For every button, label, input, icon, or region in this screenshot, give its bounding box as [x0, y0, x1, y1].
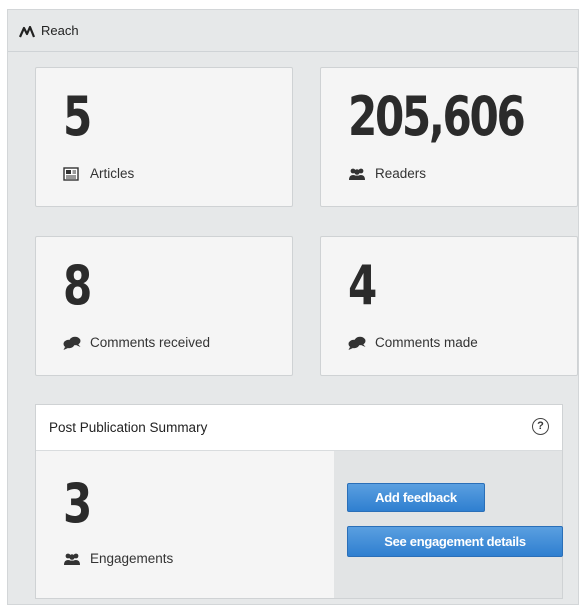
comments-made-card[interactable]: 4 Comments made [320, 236, 578, 376]
reach-chart-icon [18, 25, 36, 37]
engagements-count: 3 [63, 472, 92, 535]
comments-received-card[interactable]: 8 Comments received [35, 236, 293, 376]
people-icon [63, 552, 80, 566]
readers-card[interactable]: 205,606 Readers [320, 67, 578, 207]
pps-actions: Add feedback See engagement details [334, 451, 563, 598]
engagements-label-row: Engagements [63, 551, 173, 566]
comments-made-label-row: Comments made [348, 335, 478, 350]
readers-label-row: Readers [348, 166, 426, 181]
articles-card[interactable]: 5 Articles [35, 67, 293, 207]
reach-panel: Reach 5 Articles 205,606 Readers 8 Comme… [7, 9, 579, 605]
comments-icon [63, 336, 81, 350]
articles-label: Articles [90, 166, 135, 181]
engagements-label: Engagements [90, 551, 174, 566]
comments-made-label: Comments made [375, 335, 478, 350]
pps-header: Post Publication Summary ? [36, 405, 562, 451]
comments-received-label: Comments received [90, 335, 211, 350]
comments-icon [348, 336, 366, 350]
readers-count: 205,606 [348, 85, 526, 148]
post-publication-summary: Post Publication Summary ? 3 Engagements… [35, 404, 563, 599]
reach-header: Reach [8, 10, 578, 52]
articles-count: 5 [63, 85, 92, 148]
people-icon [348, 167, 365, 181]
comments-received-count: 8 [63, 254, 92, 317]
readers-label: Readers [375, 166, 427, 181]
see-engagement-details-button[interactable]: See engagement details [347, 526, 563, 557]
add-feedback-button[interactable]: Add feedback [347, 483, 485, 512]
comments-received-label-row: Comments received [63, 335, 210, 350]
reach-title: Reach [41, 23, 79, 38]
pps-title: Post Publication Summary [49, 420, 208, 435]
article-icon [63, 166, 79, 181]
articles-label-row: Articles [63, 166, 134, 181]
help-icon[interactable]: ? [532, 418, 549, 435]
comments-made-count: 4 [348, 254, 377, 317]
